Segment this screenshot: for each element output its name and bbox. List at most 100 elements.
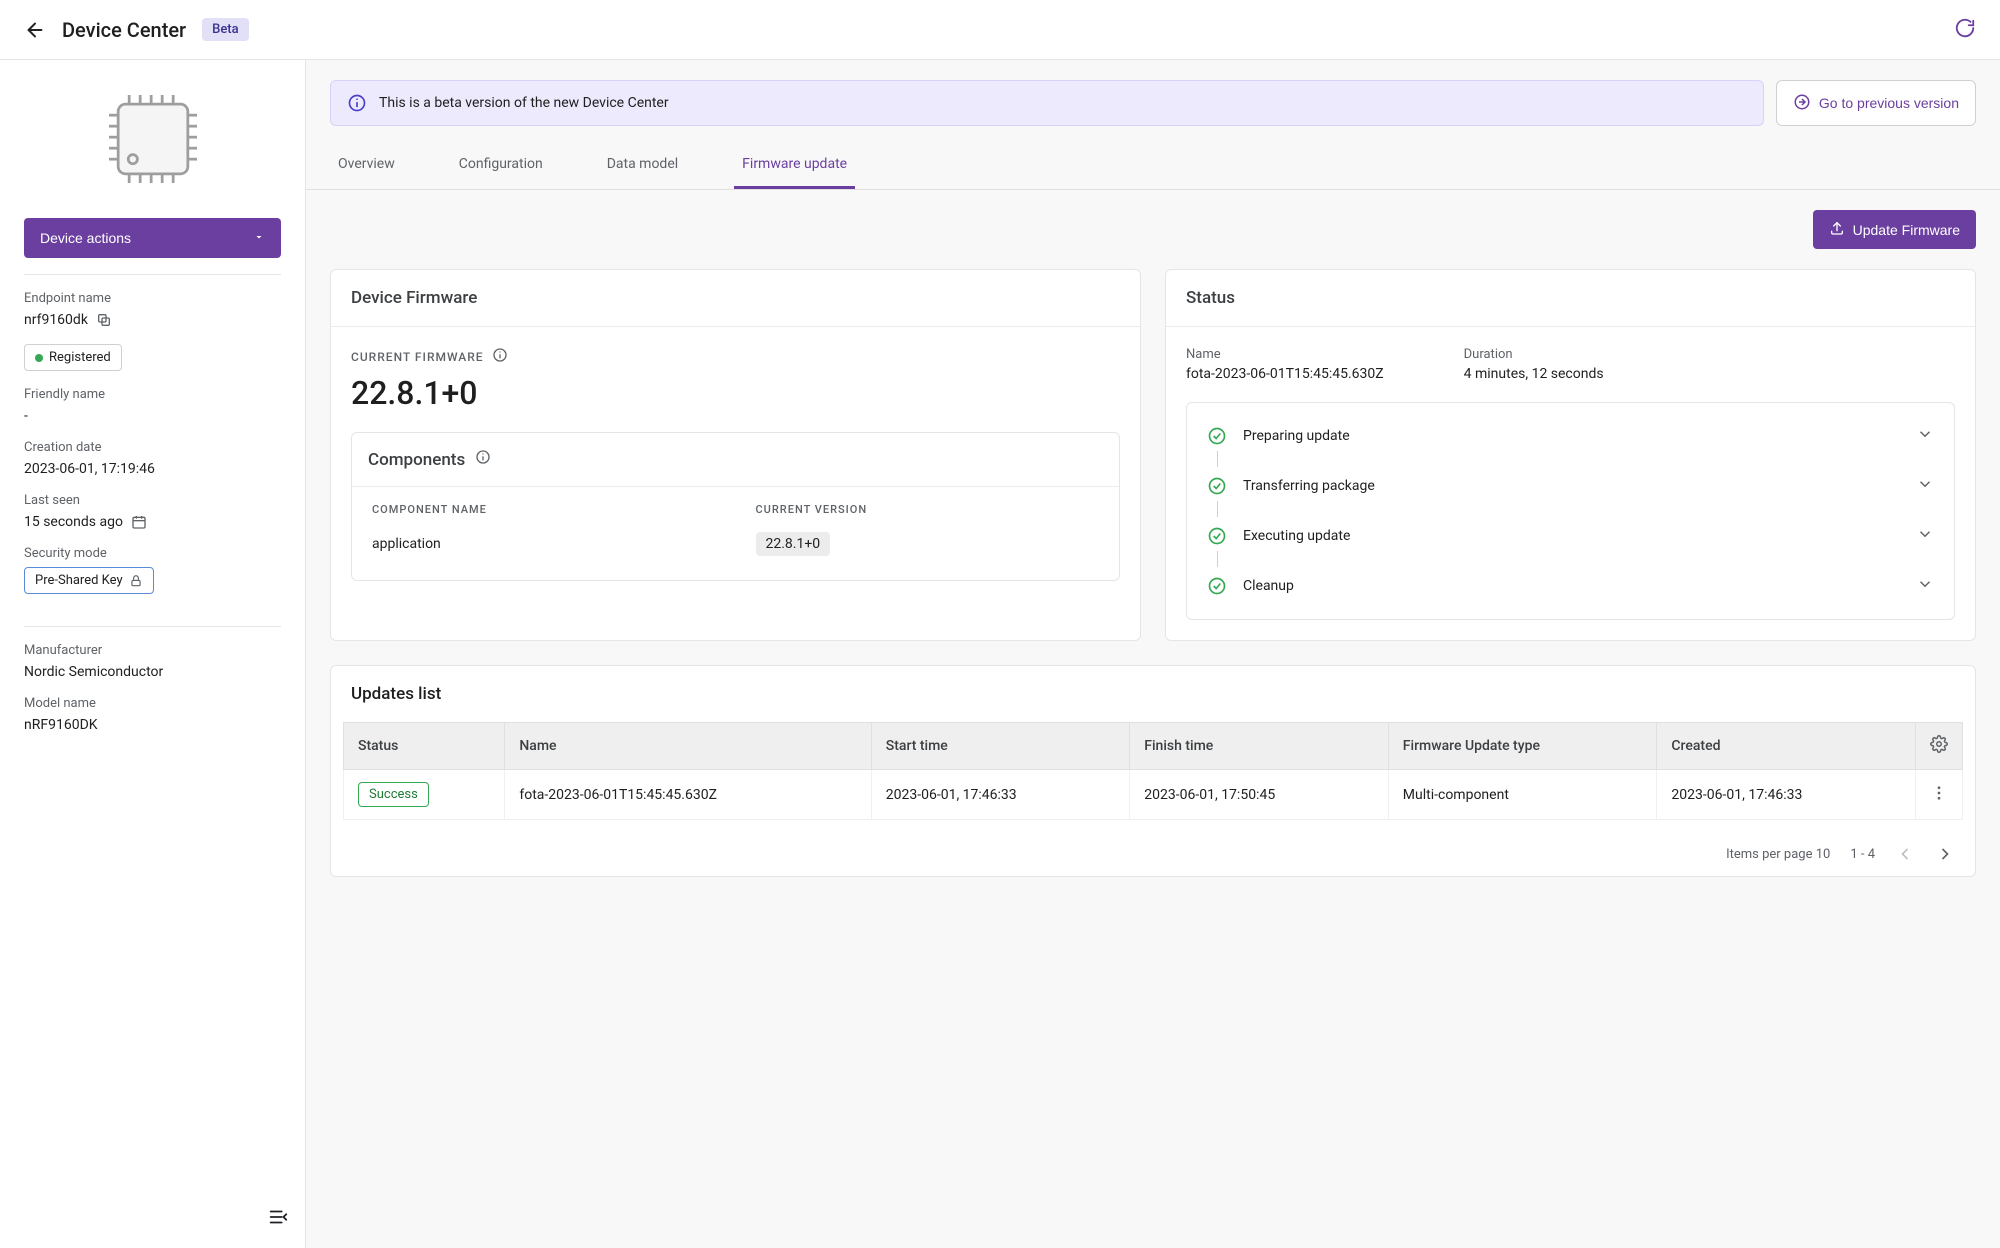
check-circle-icon — [1207, 526, 1227, 546]
col-created[interactable]: Created — [1657, 723, 1916, 770]
device-firmware-card: Device Firmware CURRENT FIRMWARE 22.8.1+… — [330, 269, 1141, 641]
row-type: Multi-component — [1388, 770, 1657, 820]
page-next-icon[interactable] — [1935, 844, 1955, 864]
step-label: Preparing update — [1243, 428, 1900, 444]
current-firmware-label: CURRENT FIRMWARE — [351, 350, 484, 364]
chevron-down-icon — [1916, 425, 1934, 447]
check-circle-icon — [1207, 476, 1227, 496]
items-per-page-value[interactable]: 10 — [1816, 847, 1831, 862]
info-icon[interactable] — [475, 449, 491, 470]
status-card-title: Status — [1166, 270, 1975, 327]
component-row: application 22.8.1+0 — [352, 524, 1119, 580]
col-name[interactable]: Name — [505, 723, 871, 770]
updates-list-card: Updates list Status Name Start time Fini… — [330, 665, 1976, 877]
paginator: Items per page 10 1 - 4 — [331, 832, 1975, 876]
info-icon[interactable] — [492, 347, 508, 366]
table-row[interactable]: Success fota-2023-06-01T15:45:45.630Z 20… — [344, 770, 1963, 820]
update-firmware-label: Update Firmware — [1853, 222, 1960, 238]
main-content: This is a beta version of the new Device… — [306, 60, 2000, 1248]
endpoint-name-label: Endpoint name — [24, 291, 281, 306]
row-status-badge: Success — [358, 782, 429, 807]
step-transferring[interactable]: Transferring package — [1187, 461, 1954, 511]
component-version-value: 22.8.1+0 — [756, 532, 831, 556]
row-name: fota-2023-06-01T15:45:45.630Z — [505, 770, 871, 820]
row-finish: 2023-06-01, 17:50:45 — [1130, 770, 1389, 820]
collapse-sidebar-icon[interactable] — [267, 1206, 289, 1232]
beta-badge: Beta — [202, 18, 249, 41]
previous-version-button[interactable]: Go to previous version — [1776, 80, 1976, 126]
tab-firmware-update[interactable]: Firmware update — [734, 142, 855, 189]
friendly-name-label: Friendly name — [24, 387, 281, 402]
refresh-icon[interactable] — [1954, 17, 1976, 43]
status-card: Status Name fota-2023-06-01T15:45:45.630… — [1165, 269, 1976, 641]
creation-date-value: 2023-06-01, 17:19:46 — [24, 461, 281, 477]
component-name-value: application — [372, 536, 716, 552]
updates-table: Status Name Start time Finish time Firmw… — [343, 722, 1963, 820]
model-name-label: Model name — [24, 696, 281, 711]
step-executing[interactable]: Executing update — [1187, 511, 1954, 561]
step-label: Transferring package — [1243, 478, 1900, 494]
chip-icon — [24, 84, 281, 194]
tab-overview[interactable]: Overview — [330, 142, 403, 189]
manufacturer-label: Manufacturer — [24, 643, 281, 658]
current-version-header: CURRENT VERSION — [756, 503, 1100, 516]
endpoint-name-value: nrf9160dk — [24, 312, 88, 328]
registration-status-pill: Registered — [24, 344, 122, 371]
copy-icon[interactable] — [96, 312, 112, 328]
col-status[interactable]: Status — [344, 723, 505, 770]
arrow-circle-icon — [1793, 93, 1811, 114]
last-seen-label: Last seen — [24, 493, 281, 508]
check-circle-icon — [1207, 576, 1227, 596]
page-title: Device Center — [62, 18, 186, 42]
tab-data-model[interactable]: Data model — [599, 142, 686, 189]
info-icon — [347, 93, 367, 113]
chevron-down-icon — [1916, 575, 1934, 597]
row-more-button[interactable] — [1916, 770, 1963, 820]
col-start-time[interactable]: Start time — [871, 723, 1130, 770]
status-dot-icon — [35, 354, 43, 362]
device-actions-button[interactable]: Device actions — [24, 218, 281, 258]
lock-icon — [129, 574, 143, 588]
creation-date-label: Creation date — [24, 440, 281, 455]
step-label: Executing update — [1243, 528, 1900, 544]
page-prev-icon[interactable] — [1895, 844, 1915, 864]
tab-configuration[interactable]: Configuration — [451, 142, 551, 189]
back-icon[interactable] — [24, 19, 46, 41]
col-update-type[interactable]: Firmware Update type — [1388, 723, 1657, 770]
table-settings-button[interactable] — [1916, 723, 1963, 770]
updates-list-title: Updates list — [331, 666, 1975, 722]
status-duration-value: 4 minutes, 12 seconds — [1464, 366, 1604, 382]
sidebar: Device actions Endpoint name nrf9160dk R… — [0, 60, 306, 1248]
device-actions-label: Device actions — [40, 230, 131, 246]
page-range: 1 - 4 — [1850, 847, 1875, 862]
items-per-page-label: Items per page — [1726, 847, 1812, 862]
check-circle-icon — [1207, 426, 1227, 446]
beta-info-banner: This is a beta version of the new Device… — [330, 80, 1764, 126]
step-cleanup[interactable]: Cleanup — [1187, 561, 1954, 611]
upload-icon — [1829, 220, 1845, 239]
chevron-down-icon — [1916, 525, 1934, 547]
step-preparing[interactable]: Preparing update — [1187, 411, 1954, 461]
device-firmware-title: Device Firmware — [331, 270, 1140, 327]
manufacturer-value: Nordic Semiconductor — [24, 664, 281, 680]
status-name-label: Name — [1186, 347, 1384, 362]
more-vertical-icon — [1930, 790, 1948, 806]
security-mode-label: Security mode — [24, 546, 281, 561]
firmware-version-value: 22.8.1+0 — [351, 374, 1120, 412]
banner-text: This is a beta version of the new Device… — [379, 95, 669, 111]
last-seen-value: 15 seconds ago — [24, 514, 123, 530]
tabs: Overview Configuration Data model Firmwa… — [306, 142, 2000, 190]
friendly-name-value: - — [24, 408, 281, 424]
security-mode-chip: Pre-Shared Key — [24, 567, 154, 594]
components-box: Components COMPONENT NAME CURRENT VERSIO… — [351, 432, 1120, 581]
calendar-icon[interactable] — [131, 514, 147, 530]
step-label: Cleanup — [1243, 578, 1900, 594]
security-mode-value: Pre-Shared Key — [35, 573, 123, 588]
model-name-value: nRF9160DK — [24, 717, 281, 733]
caret-down-icon — [253, 230, 265, 246]
update-firmware-button[interactable]: Update Firmware — [1813, 210, 1976, 249]
col-finish-time[interactable]: Finish time — [1130, 723, 1389, 770]
registered-label: Registered — [49, 350, 111, 365]
row-created: 2023-06-01, 17:46:33 — [1657, 770, 1916, 820]
gear-icon — [1930, 741, 1948, 757]
